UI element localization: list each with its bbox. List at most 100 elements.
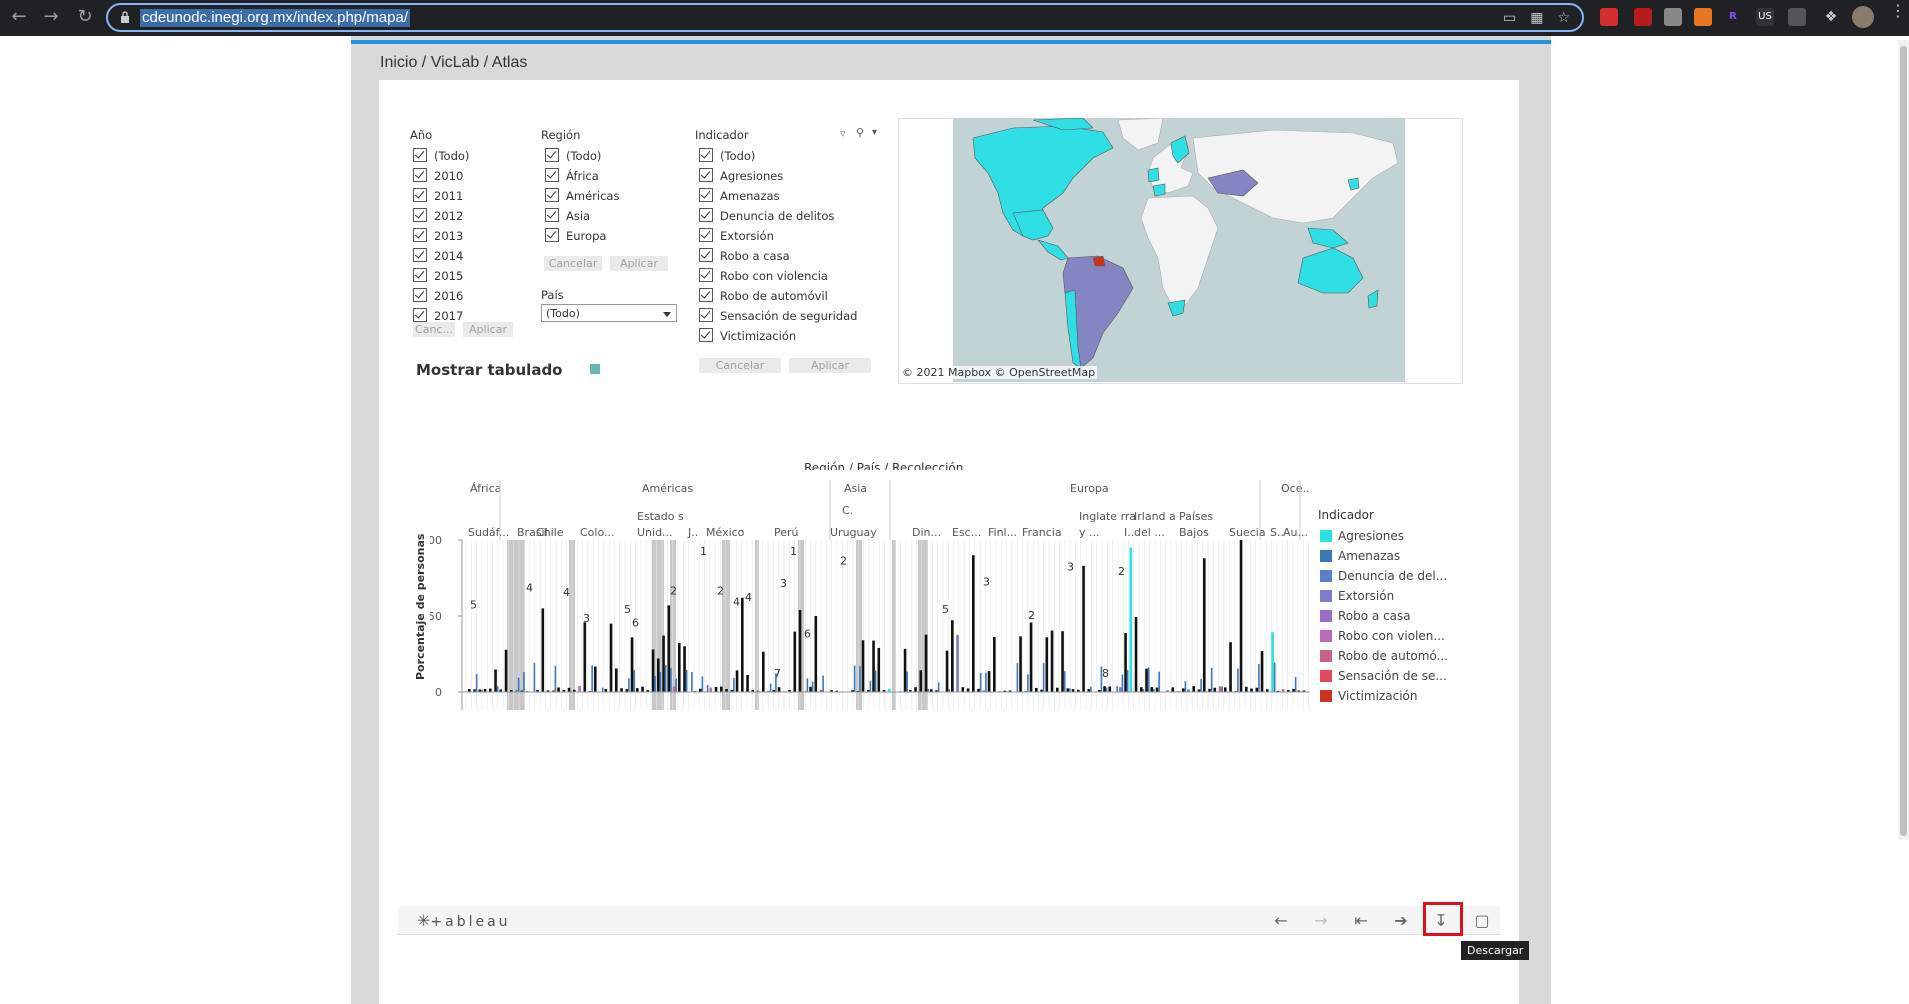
address-bar[interactable]: cdeunodc.inegi.org.mx/index.php/mapa/ ▭ … [106, 3, 1584, 32]
pais-select[interactable]: (Todo) [541, 304, 677, 322]
checkbox[interactable] [699, 228, 713, 242]
checkbox[interactable] [545, 168, 559, 182]
bar-chart[interactable]: África Américas Asia Europa Oce..C.Sudáf... B… [430, 470, 1320, 720]
fullscreen-icon[interactable]: ▢ [1470, 911, 1494, 931]
ind-list-item[interactable]: Amenazas [699, 188, 780, 204]
region-list-item[interactable]: Asia [545, 208, 590, 224]
mostrar-tabulado-toggle[interactable] [590, 364, 600, 374]
extension-icon-2[interactable] [1634, 8, 1652, 26]
qr-icon[interactable]: ▦ [1530, 10, 1543, 26]
ind-list-item[interactable]: Robo con violencia [699, 268, 828, 284]
checkbox[interactable] [413, 248, 427, 262]
legend-title: Indicador [1318, 508, 1374, 522]
legend-item[interactable]: Victimización [1320, 688, 1417, 704]
filter-icon[interactable]: ▿ [840, 127, 846, 140]
ind-list-item[interactable]: Victimización [699, 328, 796, 344]
world-map[interactable] [953, 117, 1405, 382]
checkbox[interactable] [413, 168, 427, 182]
avatar[interactable] [1852, 6, 1874, 28]
region-list-item[interactable]: Américas [545, 188, 619, 204]
checkbox[interactable] [545, 148, 559, 162]
extension-icon-7[interactable] [1788, 8, 1806, 26]
checkbox[interactable] [699, 148, 713, 162]
scrollbar-thumb[interactable] [1900, 46, 1907, 836]
anio-list-item[interactable]: 2013 [413, 228, 463, 244]
share-icon[interactable]: ➔ [1389, 911, 1413, 931]
checkbox[interactable] [413, 288, 427, 302]
map-credit[interactable]: © 2021 Mapbox © OpenStreetMap [900, 366, 1098, 379]
extension-icon-1[interactable] [1600, 8, 1618, 26]
anio-cancel-button[interactable]: Canc... [413, 322, 455, 337]
indicador-apply-button[interactable]: Aplicar [789, 358, 871, 373]
checkbox[interactable] [545, 228, 559, 242]
menu-icon[interactable]: ⋮ [1890, 3, 1906, 19]
anio-list-item[interactable]: 2012 [413, 208, 463, 224]
checkbox[interactable] [699, 168, 713, 182]
checkbox[interactable] [699, 188, 713, 202]
region-list-item[interactable]: Europa [545, 228, 606, 244]
checkbox[interactable] [699, 208, 713, 222]
checkbox[interactable] [545, 208, 559, 222]
checkbox[interactable] [699, 248, 713, 262]
undo-icon[interactable]: ← [1269, 911, 1293, 931]
checkbox[interactable] [413, 268, 427, 282]
anio-apply-button[interactable]: Aplicar [463, 322, 513, 337]
region-apply-button[interactable]: Aplicar [610, 256, 668, 271]
revert-icon[interactable]: ⇤ [1349, 911, 1373, 931]
anio-list-item[interactable]: 2015 [413, 268, 463, 284]
checkbox[interactable] [413, 228, 427, 242]
checkbox[interactable] [413, 148, 427, 162]
ind-list-item[interactable]: Denuncia de delitos [699, 208, 834, 224]
anio-list-item[interactable]: 2010 [413, 168, 463, 184]
download-button[interactable] [1423, 902, 1463, 936]
checkbox[interactable] [699, 268, 713, 282]
forward-icon[interactable]: → [36, 0, 66, 36]
extension-icon-4[interactable] [1694, 8, 1712, 26]
legend-item[interactable]: Robo con violen... [1320, 628, 1445, 644]
checkbox[interactable] [413, 208, 427, 222]
checkbox[interactable] [699, 308, 713, 322]
legend-item[interactable]: Denuncia de del... [1320, 568, 1447, 584]
ind-list-item[interactable]: (Todo) [699, 148, 755, 164]
reload-icon[interactable]: ↻ [70, 0, 100, 36]
anio-list-item[interactable]: 2014 [413, 248, 463, 264]
legend-item[interactable]: Sensación de se... [1320, 668, 1447, 684]
legend-item[interactable]: Robo a casa [1320, 608, 1411, 624]
extension-icon-5[interactable]: R [1724, 8, 1742, 26]
region-label: Europa [1070, 482, 1109, 495]
anio-list-item[interactable]: (Todo) [413, 148, 469, 164]
star-icon[interactable]: ☆ [1557, 10, 1570, 26]
ind-list-item[interactable]: Robo de automóvil [699, 288, 828, 304]
checkbox[interactable] [545, 188, 559, 202]
checkbox[interactable] [413, 308, 427, 322]
redo-icon[interactable]: → [1309, 911, 1333, 931]
legend-item[interactable]: Amenazas [1320, 548, 1400, 564]
extension-icon-6[interactable]: US [1756, 8, 1774, 26]
search-icon[interactable]: ⚲ [856, 126, 864, 139]
ind-list-item[interactable]: Agresiones [699, 168, 783, 184]
ind-list-item[interactable]: Robo a casa [699, 248, 790, 264]
tableau-logo[interactable]: ✳+ableau [417, 911, 511, 930]
region-list-item[interactable]: África [545, 168, 599, 184]
dropdown-icon[interactable]: ▾ [872, 127, 877, 138]
anio-list-item[interactable]: 2016 [413, 288, 463, 304]
checkbox[interactable] [699, 328, 713, 342]
legend-item[interactable]: Extorsión [1320, 588, 1394, 604]
legend-item[interactable]: Agresiones [1320, 528, 1404, 544]
legend-item[interactable]: Robo de automó... [1320, 648, 1448, 664]
url-text[interactable]: cdeunodc.inegi.org.mx/index.php/mapa/ [140, 9, 411, 27]
checkbox[interactable] [699, 288, 713, 302]
cast-icon[interactable]: ▭ [1503, 10, 1516, 26]
ind-list-item[interactable]: Sensación de seguridad [699, 308, 857, 324]
region-cancel-button[interactable]: Cancelar [544, 256, 602, 271]
region-list-item[interactable]: (Todo) [545, 148, 601, 164]
extension-icon-3[interactable] [1664, 8, 1682, 26]
anio-list-item[interactable]: 2011 [413, 188, 463, 204]
puzzle-icon[interactable]: ❖ [1822, 8, 1840, 26]
bar [578, 685, 581, 692]
bar [494, 669, 497, 692]
back-icon[interactable]: ← [4, 0, 34, 36]
checkbox[interactable] [413, 188, 427, 202]
indicador-cancel-button[interactable]: Cancelar [699, 358, 781, 373]
ind-list-item[interactable]: Extorsión [699, 228, 774, 244]
